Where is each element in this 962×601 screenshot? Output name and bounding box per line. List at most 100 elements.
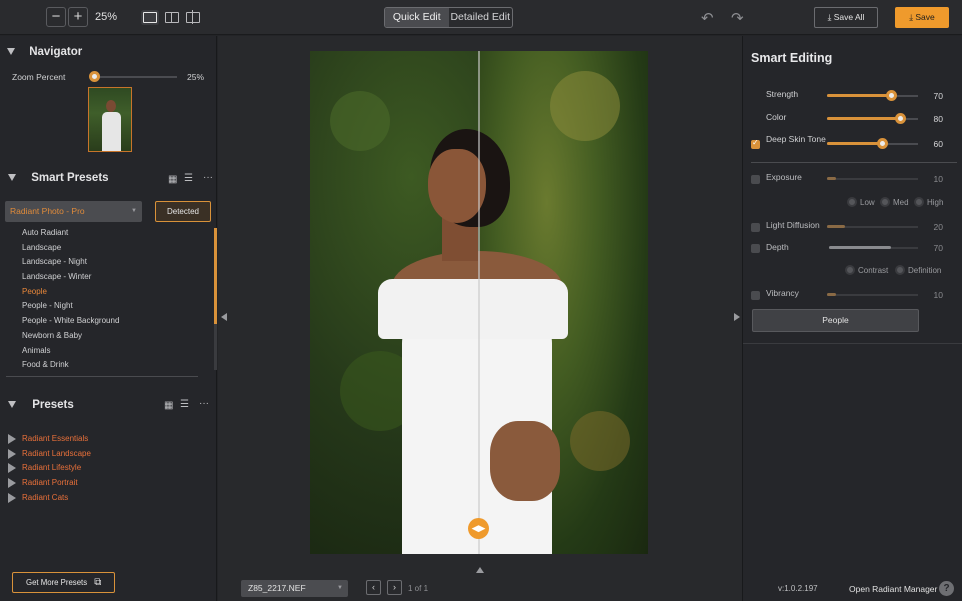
deep-skin-tone-label: Deep Skin Tone bbox=[766, 134, 826, 144]
more-options-icon[interactable]: ··· bbox=[203, 172, 213, 183]
download-icon: ⤓ bbox=[827, 12, 832, 22]
depth-label: Depth bbox=[766, 242, 789, 252]
save-all-button[interactable]: ⤓ Save All bbox=[814, 7, 878, 28]
deep-skin-tone-checkbox[interactable] bbox=[751, 138, 760, 149]
zoom-out-button[interactable]: − bbox=[46, 7, 66, 27]
exposure-high-radio[interactable] bbox=[914, 197, 924, 207]
right-panel: Smart Editing Strength 70 Color 80 Deep … bbox=[742, 36, 962, 601]
dropdown-value: Radiant Photo - Pro bbox=[10, 206, 85, 216]
previous-image-button[interactable]: ‹ bbox=[366, 580, 381, 595]
expand-triangle-icon[interactable] bbox=[8, 448, 16, 459]
strength-label: Strength bbox=[766, 89, 799, 99]
next-image-button[interactable]: › bbox=[387, 580, 402, 595]
split-view-icon[interactable] bbox=[165, 12, 179, 23]
expand-triangle-icon[interactable] bbox=[8, 433, 16, 444]
zoom-slider-track[interactable] bbox=[95, 76, 177, 78]
collapse-right-panel-icon[interactable] bbox=[734, 313, 740, 321]
preset-folder-item[interactable]: Radiant Cats bbox=[8, 491, 91, 506]
light-diffusion-value: 20 bbox=[933, 222, 943, 232]
grid-view-icon[interactable]: ▦ bbox=[164, 400, 173, 411]
depth-contrast-radio[interactable] bbox=[845, 265, 855, 275]
save-label: Save bbox=[915, 12, 935, 22]
exposure-checkbox[interactable] bbox=[751, 175, 760, 184]
zoom-percent-value: 25% bbox=[187, 72, 205, 82]
single-view-icon[interactable] bbox=[143, 12, 157, 23]
light-diffusion-checkbox[interactable] bbox=[751, 223, 760, 232]
navigator-thumbnail[interactable] bbox=[88, 87, 132, 152]
expand-triangle-icon[interactable] bbox=[8, 492, 16, 503]
smart-preset-list: Auto Radiant Landscape Landscape - Night… bbox=[22, 226, 202, 373]
expand-filmstrip-icon[interactable] bbox=[476, 567, 484, 573]
collapse-triangle-icon[interactable] bbox=[7, 48, 15, 56]
list-item[interactable]: Auto Radiant bbox=[22, 226, 202, 241]
grid-view-icon[interactable]: ▦ bbox=[168, 174, 177, 185]
vibrancy-checkbox[interactable] bbox=[751, 291, 760, 300]
depth-checkbox[interactable] bbox=[751, 244, 760, 253]
light-diffusion-slider-fill bbox=[827, 225, 846, 228]
exposure-low-radio[interactable] bbox=[847, 197, 857, 207]
list-item-selected[interactable]: People bbox=[22, 285, 202, 300]
expand-triangle-icon[interactable] bbox=[8, 463, 16, 474]
more-options-icon[interactable]: ··· bbox=[199, 398, 209, 409]
exposure-slider-track[interactable] bbox=[827, 178, 918, 180]
list-item[interactable]: Landscape - Winter bbox=[22, 270, 202, 285]
preset-folder-item[interactable]: Radiant Portrait bbox=[8, 476, 91, 491]
exposure-high-label: High bbox=[927, 198, 944, 207]
photo-preview[interactable]: ◀▶ bbox=[310, 51, 648, 554]
smart-editing-title: Smart Editing bbox=[751, 51, 833, 65]
top-toolbar: − + 25% Quick Edit Detailed Edit ↶ ↷ ⤓ S… bbox=[0, 0, 962, 35]
preset-list-scrollbar-thumb[interactable] bbox=[214, 228, 217, 324]
depth-definition-label: Definition bbox=[908, 266, 942, 275]
preset-folder-item[interactable]: Radiant Lifestyle bbox=[8, 461, 91, 476]
redo-icon[interactable]: ↷ bbox=[731, 9, 744, 27]
list-item[interactable]: Landscape - Night bbox=[22, 255, 202, 270]
preset-folder-item[interactable]: Radiant Landscape bbox=[8, 447, 91, 462]
depth-definition-radio[interactable] bbox=[895, 265, 905, 275]
vibrancy-slider-track[interactable] bbox=[827, 294, 918, 296]
list-item[interactable]: Food & Drink bbox=[22, 358, 202, 373]
detected-button[interactable]: Detected bbox=[155, 201, 211, 222]
zoom-level: 25% bbox=[95, 11, 118, 23]
people-button[interactable]: People bbox=[752, 309, 919, 332]
split-handle-icon[interactable]: ◀▶ bbox=[468, 518, 489, 539]
file-selector[interactable]: Z85_2217.NEF ▼ bbox=[241, 580, 348, 597]
strength-slider-knob[interactable] bbox=[885, 90, 897, 101]
list-item[interactable]: People - White Background bbox=[22, 314, 202, 329]
preset-pack-dropdown[interactable]: Radiant Photo - Pro ▼ bbox=[5, 201, 142, 222]
collapse-triangle-icon[interactable] bbox=[8, 401, 16, 409]
tab-quick-edit[interactable]: Quick Edit bbox=[385, 8, 449, 27]
chevron-down-icon: ▼ bbox=[337, 585, 343, 591]
zoom-in-button[interactable]: + bbox=[68, 7, 88, 27]
before-after-split-line[interactable] bbox=[478, 51, 480, 554]
save-button[interactable]: ⤓ Save bbox=[895, 7, 949, 28]
deep-skin-tone-value: 60 bbox=[933, 139, 943, 149]
exposure-med-radio[interactable] bbox=[880, 197, 890, 207]
list-view-icon[interactable]: ☰ bbox=[184, 173, 193, 184]
list-item[interactable]: Newborn & Baby bbox=[22, 329, 202, 344]
get-more-presets-button[interactable]: Get More Presets ⧉ bbox=[12, 572, 115, 593]
list-item[interactable]: Animals bbox=[22, 344, 202, 359]
exposure-slider-fill bbox=[827, 177, 837, 180]
help-icon[interactable]: ? bbox=[939, 581, 954, 596]
side-by-side-view-icon[interactable] bbox=[186, 10, 200, 24]
color-slider-knob[interactable] bbox=[894, 113, 906, 124]
zoom-percent-label: Zoom Percent bbox=[12, 72, 66, 82]
open-radiant-manager-link[interactable]: Open Radiant Manager bbox=[849, 584, 937, 594]
list-item[interactable]: Landscape bbox=[22, 241, 202, 256]
tab-detailed-edit[interactable]: Detailed Edit bbox=[449, 8, 513, 27]
expand-triangle-icon[interactable] bbox=[8, 477, 16, 488]
deep-skin-tone-slider-knob[interactable] bbox=[876, 138, 888, 149]
list-view-icon[interactable]: ☰ bbox=[180, 399, 189, 410]
zoom-slider-knob[interactable] bbox=[89, 71, 100, 82]
exposure-label: Exposure bbox=[766, 172, 802, 182]
collapse-triangle-icon[interactable] bbox=[8, 174, 16, 182]
list-item[interactable]: People - Night bbox=[22, 299, 202, 314]
collapse-left-panel-icon[interactable] bbox=[221, 313, 227, 321]
undo-icon[interactable]: ↶ bbox=[701, 9, 714, 27]
color-label: Color bbox=[766, 112, 787, 122]
divider bbox=[6, 376, 198, 377]
depth-value: 70 bbox=[933, 243, 943, 253]
depth-contrast-label: Contrast bbox=[858, 266, 889, 275]
navigator-header[interactable]: Navigator bbox=[0, 46, 217, 58]
preset-folder-item[interactable]: Radiant Essentials bbox=[8, 432, 91, 447]
